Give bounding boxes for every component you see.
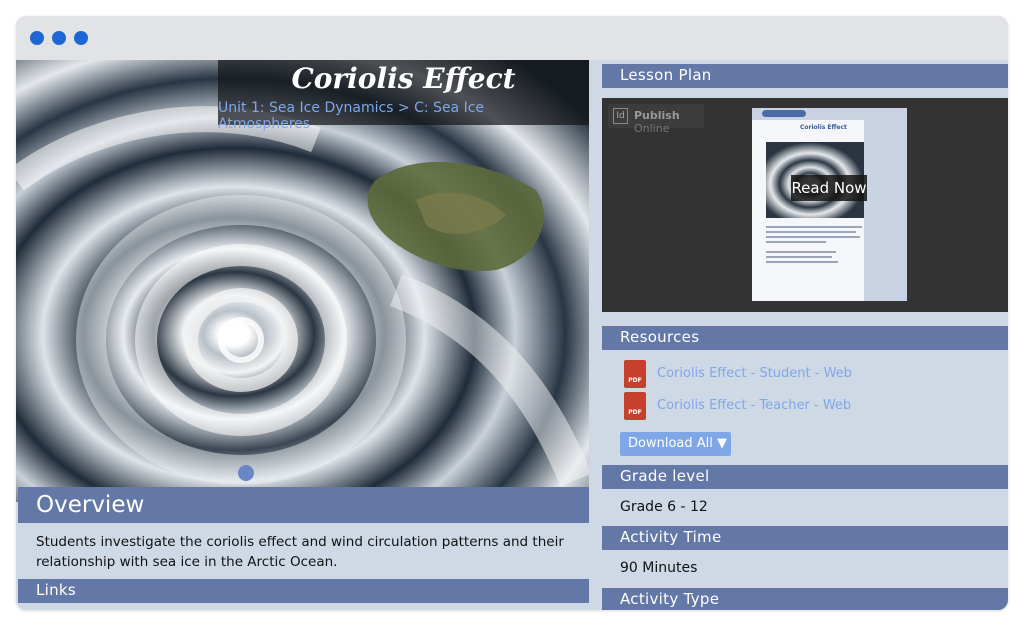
title-banner: Coriolis Effect Unit 1: Sea Ice Dynamics… [218, 60, 589, 132]
resource-link-teacher[interactable]: Coriolis Effect - Teacher - Web [657, 398, 851, 413]
grade-level-value: Grade 6 - 12 [620, 499, 708, 515]
publish-online-badge[interactable]: Id Publish Online [608, 104, 704, 135]
window-dot-1[interactable] [30, 31, 44, 45]
pdf-icon[interactable]: PDF [624, 360, 646, 388]
download-all-button[interactable]: Download All ▼ [620, 432, 731, 456]
overview-text: Students investigate the coriolis effect… [36, 534, 564, 570]
page-title: Coriolis Effect [291, 62, 516, 95]
doc-title: Coriolis Effect [800, 124, 847, 131]
links-header[interactable]: Links [18, 579, 589, 603]
document-thumbnail[interactable]: Coriolis Effect [752, 108, 907, 301]
browser-window: Coriolis Effect Unit 1: Sea Ice Dynamics… [16, 16, 1008, 610]
activity-time-title: Activity Time [620, 528, 722, 546]
doc-pill [762, 110, 806, 117]
hero-satellite-image: Coriolis Effect Unit 1: Sea Ice Dynamics… [16, 60, 589, 502]
lesson-plan-header: Lesson Plan [602, 64, 1008, 88]
doc-sidebar [864, 120, 907, 301]
grade-level-title: Grade level [620, 467, 710, 485]
activity-time-header: Activity Time [602, 526, 1008, 550]
links-title: Links [36, 581, 77, 599]
resources-header: Resources [602, 326, 1008, 350]
breadcrumb[interactable]: Unit 1: Sea Ice Dynamics > C: Sea Ice At… [218, 100, 571, 132]
activity-type-header: Activity Type [602, 588, 1008, 610]
overview-header: Overview [18, 487, 589, 523]
lesson-plan-viewer[interactable]: Id Publish Online Coriolis Effect Read N… [602, 98, 1008, 312]
resources-title: Resources [620, 328, 700, 346]
pdf-icon[interactable]: PDF [624, 392, 646, 420]
activity-type-title: Activity Type [620, 590, 720, 608]
doc-text-lines [766, 226, 862, 266]
carousel-dot[interactable] [238, 465, 254, 481]
window-dot-3[interactable] [74, 31, 88, 45]
indesign-icon: Id [613, 108, 628, 124]
lesson-plan-title: Lesson Plan [620, 66, 712, 84]
activity-time-value: 90 Minutes [620, 560, 698, 576]
publish-online-label: Publish Online [634, 109, 680, 135]
window-titlebar [16, 16, 1008, 60]
read-now-button[interactable]: Read Now [791, 175, 867, 201]
overview-title: Overview [36, 492, 145, 518]
grade-level-header: Grade level [602, 465, 1008, 489]
window-dot-2[interactable] [52, 31, 66, 45]
doc-topbar [752, 108, 907, 120]
resource-link-student[interactable]: Coriolis Effect - Student - Web [657, 366, 852, 381]
